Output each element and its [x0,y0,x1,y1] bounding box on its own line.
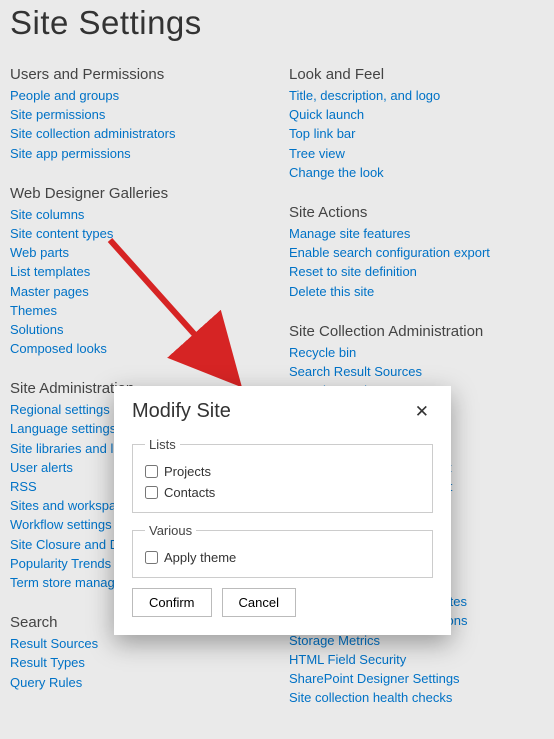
link-quick-launch[interactable]: Quick launch [289,106,544,124]
checkbox-row-projects[interactable]: Projects [145,464,420,479]
link-people-and-groups[interactable]: People and groups [10,87,265,105]
link-site-content-types[interactable]: Site content types [10,225,265,243]
link-title-description-and-logo[interactable]: Title, description, and logo [289,87,544,105]
link-reset-to-site-definition[interactable]: Reset to site definition [289,263,544,281]
section-web-designer-galleries: Web Designer Galleries Site columnsSite c… [10,185,265,359]
legend-lists: Lists [145,437,180,452]
link-top-link-bar[interactable]: Top link bar [289,125,544,143]
link-list-templates[interactable]: List templates [10,263,265,281]
link-list: People and groupsSite permissionsSite co… [10,87,265,163]
link-list: Result SourcesResult Types Query Rules [10,635,265,692]
link-solutions[interactable]: Solutions [10,321,265,339]
modify-site-dialog: Modify Site ✕ Lists Projects Contacts Vario… [114,386,451,635]
cancel-button[interactable]: Cancel [222,588,296,617]
link-site-collection-administrators[interactable]: Site collection administrators [10,125,265,143]
link-delete-this-site[interactable]: Delete this site [289,283,544,301]
checkbox-projects[interactable] [145,465,158,478]
link-query-rules[interactable]: Query Rules [10,674,265,692]
section-look-and-feel: Look and Feel Title, description, and log… [289,66,544,182]
section-heading: Look and Feel [289,66,544,83]
section-heading: Site Actions [289,204,544,221]
link-site-permissions[interactable]: Site permissions [10,106,265,124]
link-recycle-bin[interactable]: Recycle bin [289,344,544,362]
link-list: Site columnsSite content typesWeb partsL… [10,206,265,359]
link-composed-looks[interactable]: Composed looks [10,340,265,358]
section-heading: Site Collection Administration [289,323,544,340]
dialog-header: Modify Site ✕ [132,400,433,423]
checkbox-row-contacts[interactable]: Contacts [145,485,420,500]
checkbox-label: Apply theme [164,550,236,565]
link-list: Manage site featuresEnable search config… [289,225,544,301]
link-html-field-security[interactable]: HTML Field Security [289,651,544,669]
link-tree-view[interactable]: Tree view [289,145,544,163]
link-search-result-sources[interactable]: Search Result Sources [289,363,544,381]
legend-various: Various [145,523,196,538]
checkbox-apply-theme[interactable] [145,551,158,564]
confirm-button[interactable]: Confirm [132,588,212,617]
checkbox-label: Contacts [164,485,215,500]
link-master-pages[interactable]: Master pages [10,283,265,301]
link-sharepoint-designer-settings[interactable]: SharePoint Designer Settings [289,670,544,688]
link-list: Title, description, and logoQuick launch… [289,87,544,182]
link-site-columns[interactable]: Site columns [10,206,265,224]
fieldset-various: Various Apply theme [132,523,433,578]
close-icon[interactable]: ✕ [411,401,433,422]
link-themes[interactable]: Themes [10,302,265,320]
link-result-types[interactable]: Result Types [10,654,265,672]
link-web-parts[interactable]: Web parts [10,244,265,262]
dialog-title: Modify Site [132,400,231,423]
section-site-actions: Site Actions Manage site featuresEnable s… [289,204,544,301]
link-manage-site-features[interactable]: Manage site features [289,225,544,243]
link-change-the-look[interactable]: Change the look [289,164,544,182]
section-users-and-permissions: Users and PermissionsPeople and groupsSi… [10,66,265,163]
link-enable-search-configuration-export[interactable]: Enable search configuration export [289,244,544,262]
checkbox-row-apply-theme[interactable]: Apply theme [145,550,420,565]
section-heading: Web Designer Galleries [10,185,265,202]
dialog-buttons: Confirm Cancel [132,588,433,617]
link-site-app-permissions[interactable]: Site app permissions [10,145,265,163]
fieldset-lists: Lists Projects Contacts [132,437,433,513]
page-title: Site Settings [10,4,544,42]
link-site-collection-health-checks[interactable]: Site collection health checks [289,689,544,707]
checkbox-contacts[interactable] [145,486,158,499]
checkbox-label: Projects [164,464,211,479]
section-heading: Users and Permissions [10,66,265,83]
link-result-sources[interactable]: Result Sources [10,635,265,653]
